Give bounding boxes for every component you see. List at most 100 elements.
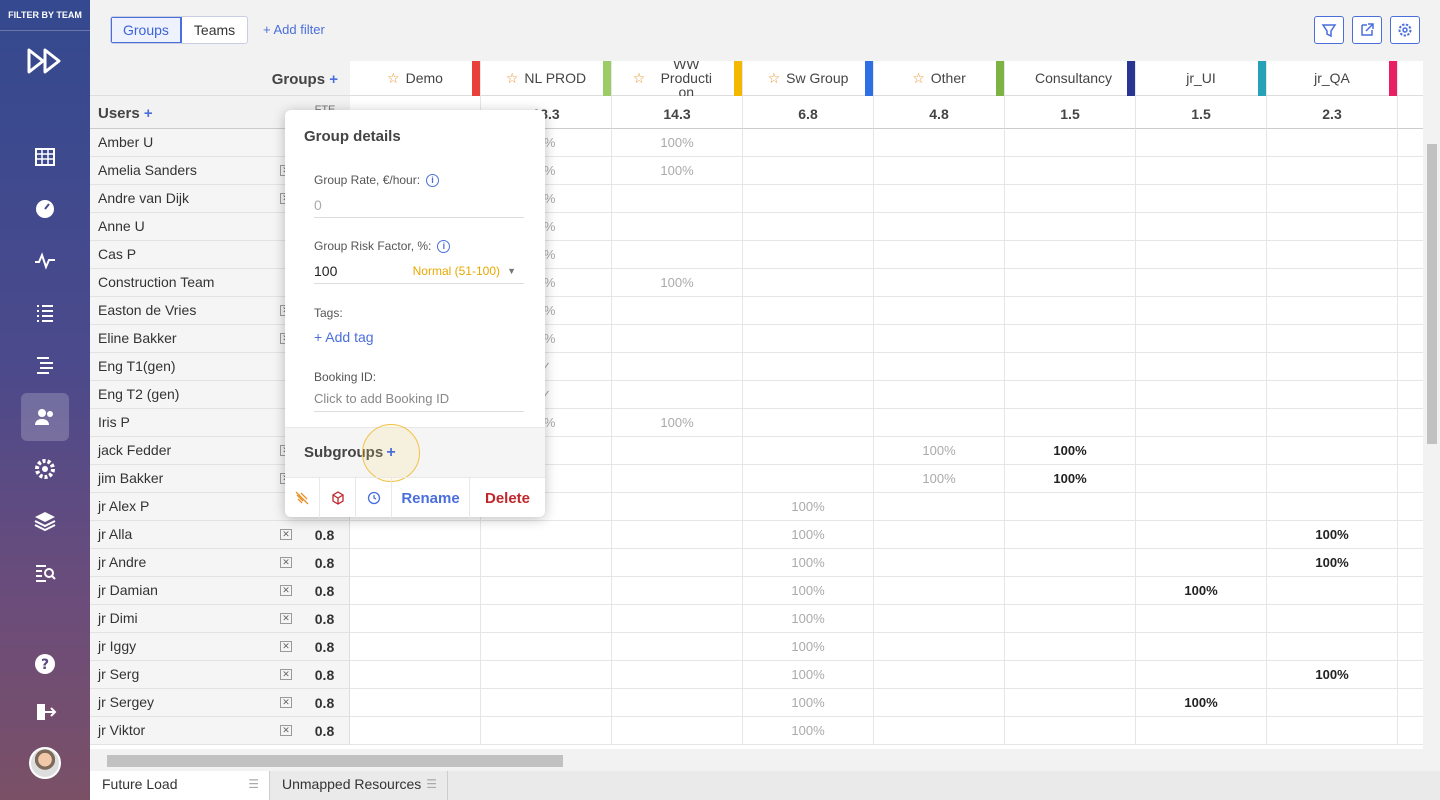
allocation-cell[interactable] [743,269,874,297]
allocation-cell[interactable] [612,241,743,269]
fast-forward-logo[interactable] [25,46,65,76]
add-group-button[interactable]: + [329,71,338,88]
tab-menu-icon[interactable]: ☰ [248,771,259,798]
activity-icon[interactable] [21,237,69,285]
group-column-header[interactable]: ☆ WW Producti on [612,61,743,99]
allocation-cell[interactable] [1398,521,1423,549]
allocation-cell[interactable]: 100% [743,521,874,549]
allocation-cell[interactable] [1005,297,1136,325]
allocation-cell[interactable] [1398,409,1423,437]
allocation-cell[interactable]: 100% [874,465,1005,493]
allocation-cell[interactable]: 100% [612,409,743,437]
remove-user-icon[interactable]: ✕ [280,669,292,680]
allocation-cell[interactable] [612,493,743,521]
allocation-cell[interactable] [1267,297,1398,325]
allocation-cell[interactable] [874,297,1005,325]
allocation-cell[interactable] [350,717,481,745]
user-row-name[interactable]: Andre van Dijk✕ [90,185,300,213]
allocation-cell[interactable] [1136,521,1267,549]
allocation-cell[interactable] [1398,241,1423,269]
vertical-scroll-thumb[interactable] [1427,144,1437,444]
layers-icon[interactable] [21,497,69,545]
group-column-header[interactable]: jr_QA [1267,61,1398,96]
allocation-cell[interactable] [743,185,874,213]
info-icon[interactable]: i [437,240,451,254]
allocation-cell[interactable] [612,717,743,745]
user-row-name[interactable]: jr Viktor ✕ [90,717,300,745]
allocation-cell[interactable] [743,353,874,381]
allocation-cell[interactable] [743,465,874,493]
allocation-cell[interactable] [1398,353,1423,381]
allocation-cell[interactable] [1398,605,1423,633]
star-icon[interactable]: ☆ [912,71,925,85]
allocation-cell[interactable] [481,521,612,549]
allocation-cell[interactable] [743,409,874,437]
list-icon[interactable] [21,289,69,337]
remove-user-icon[interactable]: ✕ [280,613,292,624]
allocation-cell[interactable]: 100% [1136,689,1267,717]
allocation-cell[interactable] [1267,717,1398,745]
allocation-cell[interactable] [481,605,612,633]
allocation-cell[interactable] [743,325,874,353]
info-icon[interactable]: i [426,174,440,188]
allocation-cell[interactable] [1136,465,1267,493]
user-row-name[interactable]: Construction Team [90,269,300,297]
user-row-name[interactable]: jack Fedder✕ [90,437,300,465]
allocation-cell[interactable] [612,689,743,717]
allocation-cell[interactable]: 100% [1267,521,1398,549]
allocation-cell[interactable] [1005,409,1136,437]
allocation-cell[interactable] [1136,549,1267,577]
analytics-icon[interactable] [21,549,69,597]
allocation-cell[interactable] [874,269,1005,297]
allocation-cell[interactable] [874,381,1005,409]
vertical-scrollbar[interactable] [1423,128,1440,749]
user-row-name[interactable]: jr Dimi ✕ [90,605,300,633]
allocation-cell[interactable]: 100% [612,269,743,297]
remove-user-icon[interactable]: ✕ [280,725,292,736]
group-risk-input[interactable]: 100 Normal (51-100) ▼ [314,260,524,284]
allocation-cell[interactable] [1136,717,1267,745]
allocation-cell[interactable] [874,689,1005,717]
allocation-cell[interactable] [874,605,1005,633]
allocation-cell[interactable] [1005,577,1136,605]
allocation-cell[interactable] [1136,325,1267,353]
tab-menu-icon[interactable]: ☰ [426,771,437,798]
allocation-cell[interactable] [1398,437,1423,465]
allocation-cell[interactable] [1398,129,1423,157]
allocation-cell[interactable] [612,185,743,213]
user-row-name[interactable]: jr Iggy ✕ [90,633,300,661]
user-row-name[interactable]: jr Alla ✕ [90,521,300,549]
user-row-name[interactable]: Iris P [90,409,300,437]
star-icon[interactable]: ☆ [633,71,646,85]
user-row-name[interactable]: Cas P [90,241,300,269]
allocation-cell[interactable] [350,689,481,717]
delete-button[interactable]: Delete [470,478,545,518]
allocation-cell[interactable] [612,661,743,689]
users-icon[interactable] [21,393,69,441]
allocation-cell[interactable] [874,633,1005,661]
no-billing-icon[interactable] [285,478,320,518]
allocation-cell[interactable]: 100% [1136,577,1267,605]
user-row-name[interactable]: Easton de Vries✕ [90,297,300,325]
export-icon[interactable] [1352,16,1382,44]
allocation-cell[interactable] [350,549,481,577]
cube-icon[interactable] [320,478,356,518]
allocation-cell[interactable] [350,633,481,661]
allocation-cell[interactable]: 100% [743,605,874,633]
allocation-cell[interactable] [743,437,874,465]
group-column-header[interactable]: ☆ Sw Group [743,61,874,96]
allocation-cell[interactable] [1005,521,1136,549]
allocation-cell[interactable] [1398,661,1423,689]
allocation-cell[interactable]: 100% [612,157,743,185]
allocation-cell[interactable] [1267,213,1398,241]
allocation-cell[interactable] [612,577,743,605]
user-row-name[interactable]: jr Sergey ✕ [90,689,300,717]
allocation-cell[interactable] [1136,633,1267,661]
tab-groups[interactable]: Groups [111,17,182,43]
user-row-name[interactable]: Amber U [90,129,300,157]
allocation-cell[interactable] [1136,185,1267,213]
allocation-cell[interactable] [1398,717,1423,745]
tab-future-load[interactable]: Future Load ☰ [90,771,270,800]
allocation-cell[interactable]: 100% [743,717,874,745]
allocation-cell[interactable] [1267,409,1398,437]
